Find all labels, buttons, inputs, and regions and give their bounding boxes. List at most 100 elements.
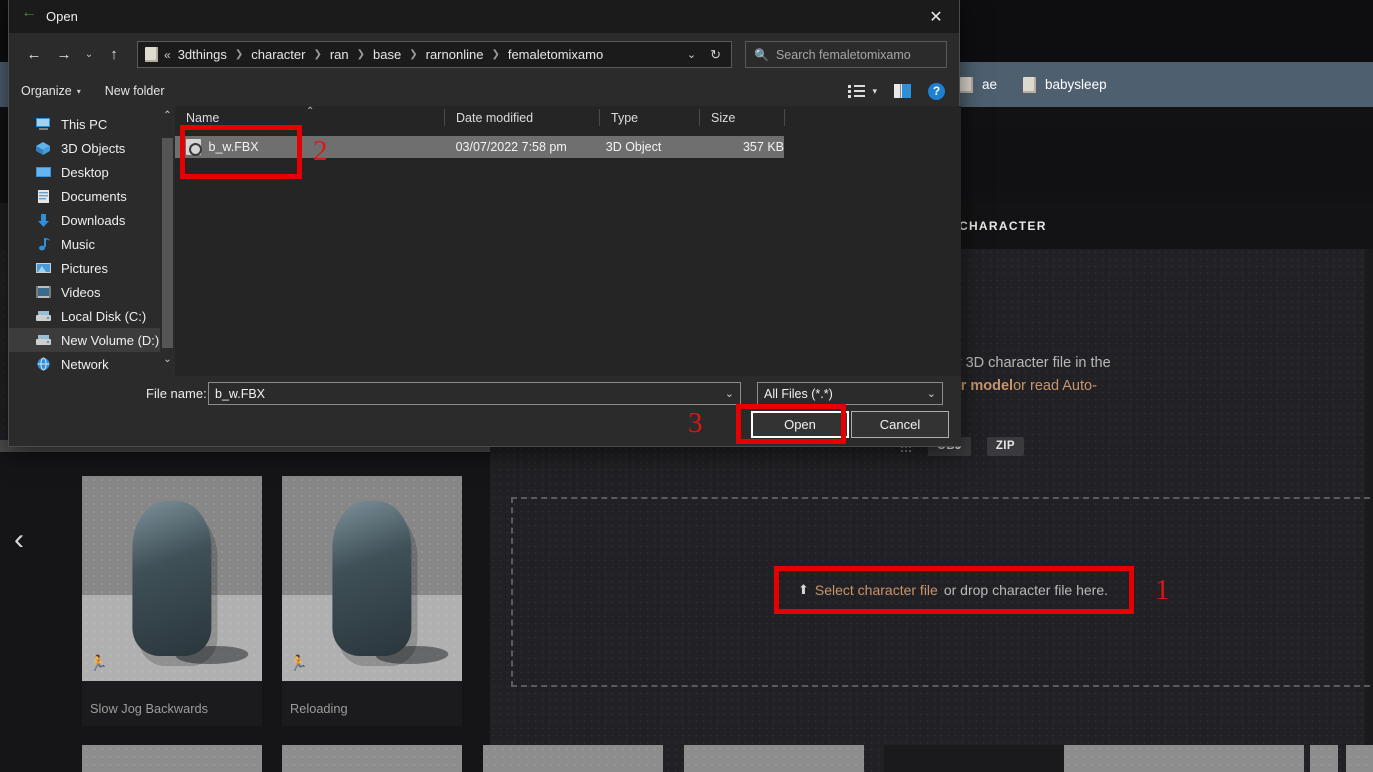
preview-pane-icon[interactable] [894, 84, 911, 98]
bookmark-icon [960, 76, 973, 93]
desktop-icon [35, 165, 52, 180]
running-person-icon: 🏃 [89, 655, 108, 672]
breadcrumb-chevron-icon: ❯ [409, 49, 418, 60]
cell-size: 357 KB [742, 140, 784, 154]
chevron-down-icon[interactable]: ⌄ [927, 387, 936, 400]
sidebar-item-label: Desktop [61, 164, 109, 180]
address-bar[interactable]: « 3dthings ❯ character ❯ ran ❯ base ❯ ra… [137, 41, 732, 68]
sidebar-item-label: Documents [61, 188, 127, 204]
sidebar-item-pictures[interactable]: Pictures [9, 256, 175, 280]
auto-rigger-link[interactable]: or read Auto- [1013, 378, 1097, 394]
annotation-highlight-file-row [180, 125, 302, 179]
animation-thumbnail[interactable] [1310, 745, 1338, 772]
search-box[interactable]: 🔍 Search femaletomixamo [745, 41, 947, 68]
refresh-icon[interactable]: ↻ [704, 47, 727, 63]
breadcrumb-item[interactable]: ran [326, 45, 353, 64]
organize-button[interactable]: Organize ▾ [21, 84, 81, 98]
scroll-up-icon[interactable]: ⌃ [160, 108, 175, 124]
toolbar-right-icons: ▾ ? [848, 76, 945, 106]
carousel-next-row [0, 745, 1373, 772]
sidebar-item-downloads[interactable]: Downloads [9, 208, 175, 232]
breadcrumb-item[interactable]: base [369, 45, 405, 64]
breadcrumb-chevron-icon: ❯ [356, 49, 366, 60]
chevron-down-icon[interactable]: ▾ [872, 86, 877, 97]
sidebar-item-documents[interactable]: Documents [9, 184, 175, 208]
animation-thumbnail[interactable] [1346, 745, 1373, 772]
help-icon[interactable]: ? [928, 82, 945, 100]
annotation-highlight-open-button [736, 404, 846, 444]
search-input[interactable]: Search femaletomixamo [776, 48, 911, 62]
breadcrumb-item[interactable]: 3dthings [174, 45, 231, 64]
animation-thumbnail[interactable] [684, 745, 864, 772]
sidebar-item-label: Local Disk (C:) [61, 308, 147, 324]
file-type-select[interactable]: All Files (*.*) ⌄ [757, 382, 943, 405]
animation-card[interactable]: 🏃 [82, 476, 262, 726]
videos-icon [35, 285, 52, 300]
sort-ascending-icon: ⌃ [306, 106, 315, 117]
address-dropdown-icon[interactable]: ⌄ [679, 48, 704, 61]
new-folder-button[interactable]: New folder [105, 84, 165, 98]
sidebar-item-label: Network [61, 356, 109, 372]
breadcrumb-overflow[interactable]: « [164, 48, 173, 62]
animation-thumbnail[interactable] [483, 745, 663, 772]
sidebar-item-3d-objects[interactable]: 3D Objects [9, 136, 175, 160]
downloads-icon [35, 213, 52, 228]
close-icon[interactable]: ✕ [913, 0, 959, 33]
animation-thumbnail[interactable] [1064, 745, 1304, 772]
view-mode-icon[interactable] [848, 84, 866, 98]
animation-thumbnail[interactable] [282, 745, 462, 772]
file-name-value: b_w.FBX [215, 386, 266, 401]
back-button[interactable]: ← [21, 42, 47, 68]
sidebar-item-desktop[interactable]: Desktop [9, 160, 175, 184]
animation-card[interactable]: 🏃 [282, 476, 462, 726]
sidebar-item-label: Videos [61, 284, 101, 300]
up-button[interactable]: ↑ [101, 42, 127, 68]
carousel-prev-icon[interactable]: ‹ [6, 520, 32, 560]
breadcrumb-chevron-icon: ❯ [234, 49, 244, 60]
navigation-scrollbar[interactable]: ⌃ ⌄ [160, 106, 175, 376]
file-type-value: All Files (*.*) [764, 386, 833, 401]
breadcrumb-chevron-icon: ❯ [313, 49, 322, 60]
annotation-highlight-select-file [774, 566, 1134, 614]
sidebar-item-videos[interactable]: Videos [9, 280, 175, 304]
file-name-input[interactable]: b_w.FBX ⌄ [208, 382, 741, 405]
folder-icon [145, 47, 158, 62]
sidebar-item-label: 3D Objects [61, 140, 126, 156]
breadcrumb: « 3dthings ❯ character ❯ ran ❯ base ❯ ra… [164, 45, 679, 64]
running-person-icon: 🏃 [289, 655, 308, 672]
sidebar-item-network[interactable]: Network [9, 352, 175, 376]
screen-root: ae babysleep CHARACTER g and drop your 3… [0, 0, 1373, 772]
animation-thumbnail[interactable] [884, 745, 1064, 772]
sidebar-item-this-pc[interactable]: This PC [9, 112, 175, 136]
bookmark-item[interactable]: babysleep [1023, 76, 1107, 93]
breadcrumb-item[interactable]: character [247, 45, 309, 64]
sidebar-item-label: Music [61, 236, 95, 252]
this-pc-icon [35, 117, 52, 132]
chevron-down-icon[interactable]: ⌄ [725, 387, 734, 400]
sidebar-item-label: New Volume (D:) [61, 332, 160, 348]
bookmark-item[interactable]: ae [960, 76, 998, 93]
breadcrumb-item[interactable]: femaletomixamo [504, 45, 607, 64]
disk-icon [35, 333, 52, 348]
sidebar-item-music[interactable]: Music [9, 232, 175, 256]
recent-locations-button[interactable]: ⌄ [81, 42, 97, 68]
sidebar-item-label: This PC [61, 116, 108, 132]
breadcrumb-item[interactable]: rarnonline [422, 45, 488, 64]
sidebar-item-new-volume-d[interactable]: New Volume (D:) [9, 328, 175, 352]
documents-icon [35, 189, 52, 204]
column-header-date[interactable]: Date modified [445, 106, 600, 130]
column-header-type[interactable]: Type [600, 106, 700, 130]
annotation-number-3: 3 [688, 407, 703, 439]
dialog-navbar: ← → ⌄ ↑ « 3dthings ❯ character ❯ ran ❯ b… [9, 33, 959, 76]
animation-thumbnail: 🏃 [282, 476, 462, 681]
bookmark-icon [1023, 76, 1037, 93]
bookmark-label: ae [982, 77, 998, 92]
forward-button[interactable]: → [51, 42, 77, 68]
animation-thumbnail[interactable] [82, 745, 262, 772]
column-header-size[interactable]: Size [700, 106, 785, 130]
scrollbar-thumb[interactable] [162, 138, 173, 348]
sidebar-item-local-disk-c[interactable]: Local Disk (C:) [9, 304, 175, 328]
animation-label: Reloading [290, 701, 348, 716]
scroll-down-icon[interactable]: ⌄ [160, 352, 175, 368]
cancel-button[interactable]: Cancel [851, 411, 949, 438]
